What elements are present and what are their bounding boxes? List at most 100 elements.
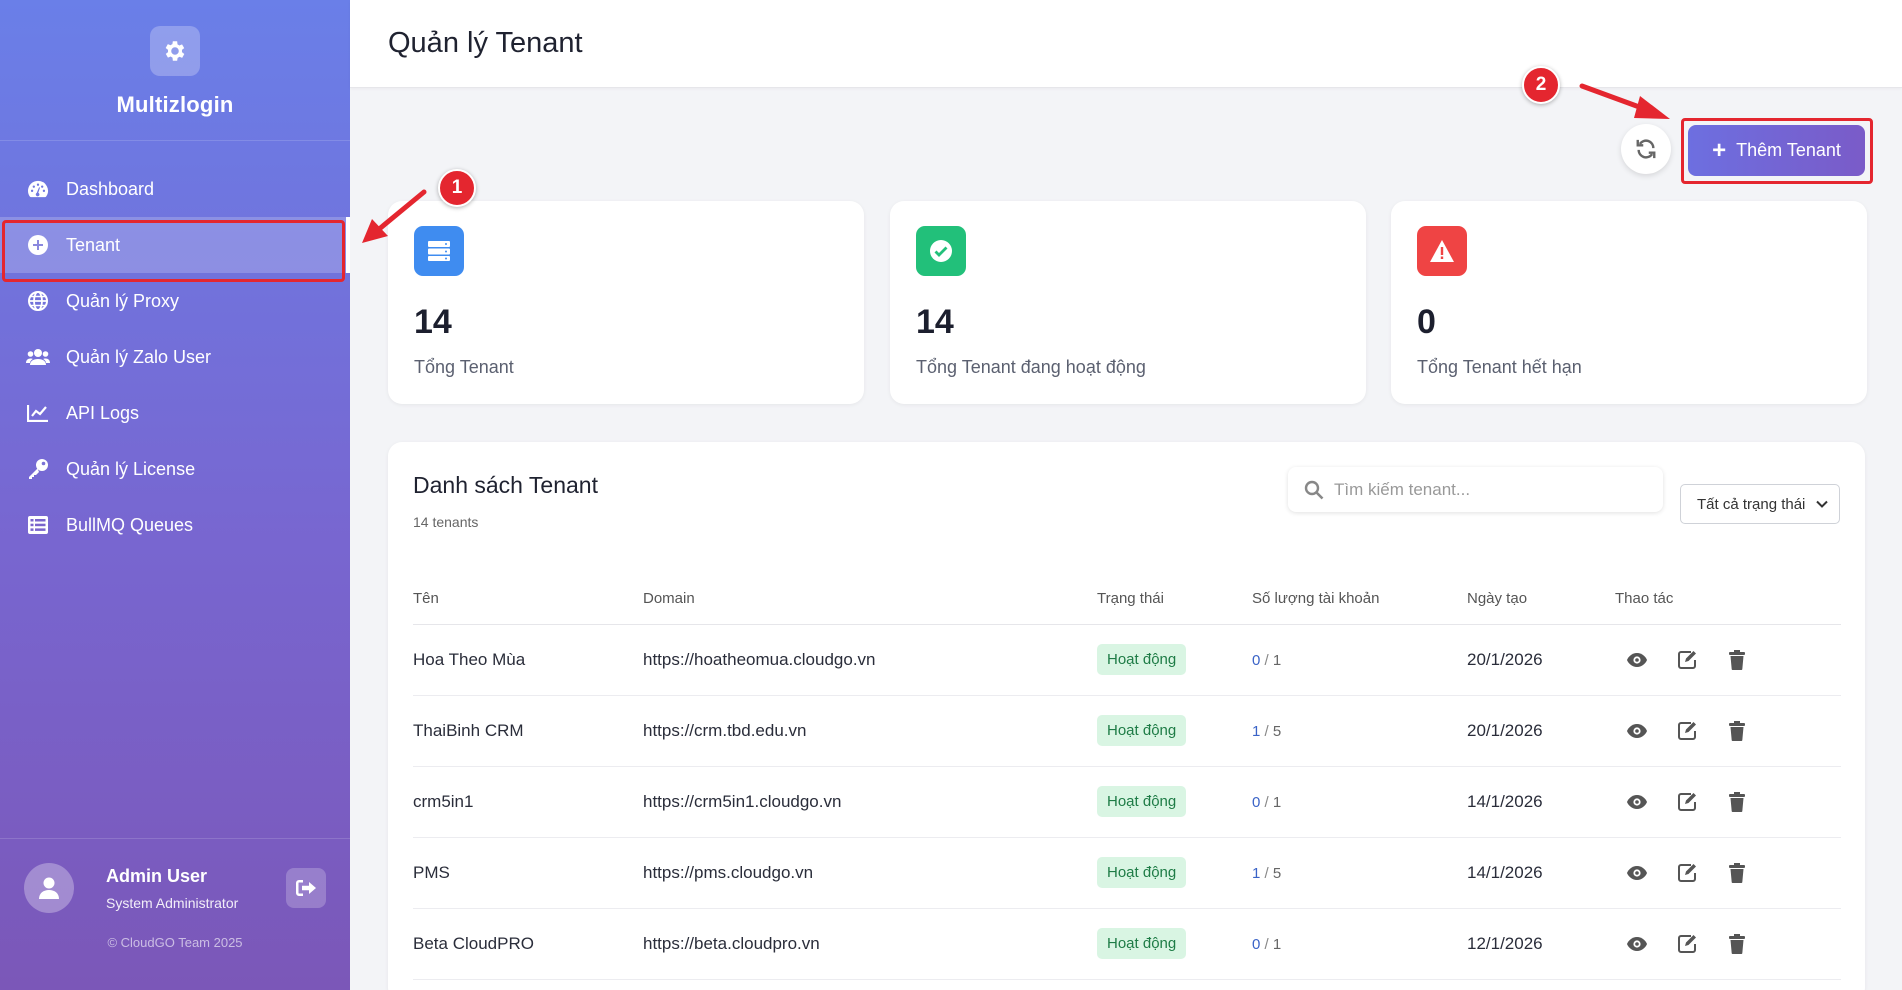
tenant-list-card: Danh sách Tenant 14 tenants Tất cả trạng… [388, 442, 1865, 990]
stat-label: Tổng Tenant đang hoạt động [916, 357, 1146, 377]
page-title: Quản lý Tenant [388, 27, 583, 59]
sidebar-item-license[interactable]: Quản lý License [0, 441, 350, 497]
table-row[interactable]: crm5in1 https://crm5in1.cloudgo.vn Hoạt độ… [413, 766, 1841, 838]
account-separator: / [1260, 935, 1273, 953]
tenant-name: PMS [413, 837, 643, 909]
tenant-name: ThaiBinh CRM [413, 695, 643, 767]
status-filter-value: Tất cả trạng thái [1697, 495, 1806, 513]
search-icon [1304, 480, 1324, 499]
account-count: 0 / 1 [1252, 624, 1467, 696]
delete-icon[interactable] [1725, 719, 1749, 743]
sidebar-item-label: Tenant [66, 234, 121, 255]
table-row[interactable]: PMS https://pms.cloudgo.vn Hoạt động 1 / 51… [413, 837, 1841, 909]
delete-icon[interactable] [1725, 932, 1749, 956]
column-header-domain[interactable]: Domain [643, 574, 1097, 625]
status-filter-select[interactable]: Tất cả trạng thái [1680, 484, 1840, 524]
status-cell: Hoạt động [1097, 624, 1252, 696]
list-count: 14 tenants [413, 514, 479, 530]
plus-icon: + [1712, 136, 1727, 164]
account-separator: / [1260, 722, 1273, 740]
status-cell: Hoạt động [1097, 695, 1252, 767]
edit-icon[interactable] [1675, 861, 1699, 885]
user-icon [39, 877, 59, 899]
list-icon [26, 513, 50, 537]
created-date: 20/1/2026 [1467, 695, 1615, 767]
created-date: 20/1/2026 [1467, 624, 1615, 696]
row-actions [1615, 837, 1841, 909]
account-count: 0 / 1 [1252, 908, 1467, 980]
view-icon[interactable] [1625, 861, 1649, 885]
view-icon[interactable] [1625, 719, 1649, 743]
server-icon [414, 226, 464, 276]
column-header-name[interactable]: Tên [413, 574, 643, 625]
chart-line-icon [26, 401, 50, 425]
tenant-domain: https://pms.cloudgo.vn [643, 837, 1097, 909]
sidebar-item-bullmq[interactable]: BullMQ Queues [0, 497, 350, 553]
created-date: 14/1/2026 [1467, 766, 1615, 838]
tenant-domain: https://crm5in1.cloudgo.vn [643, 766, 1097, 838]
annotation-marker-2: 2 [1522, 66, 1560, 104]
view-icon[interactable] [1625, 790, 1649, 814]
logout-button[interactable] [286, 868, 326, 908]
search-input[interactable] [1334, 479, 1654, 500]
stat-label: Tổng Tenant [414, 357, 514, 377]
status-cell: Hoạt động [1097, 766, 1252, 838]
avatar [24, 863, 74, 913]
user-name: Admin User [106, 865, 208, 886]
column-header-account-count[interactable]: Số lượng tài khoản [1252, 574, 1467, 625]
sidebar-item-label: Dashboard [66, 178, 155, 199]
arrow-2 [1579, 83, 1670, 119]
add-tenant-button[interactable]: + Thêm Tenant [1688, 125, 1865, 176]
table-row[interactable]: Hoa Theo Mùa https://hoatheomua.cloudgo.v… [413, 624, 1841, 696]
table-header-row: Tên Domain Trạng thái Số lượng tài khoản… [413, 574, 1841, 625]
sidebar-item-dashboard[interactable]: Dashboard [0, 161, 350, 217]
sidebar-item-label: API Logs [66, 402, 140, 423]
edit-icon[interactable] [1675, 719, 1699, 743]
tenant-name: Beta CloudPRO [413, 908, 643, 980]
stat-value: 0 [1417, 303, 1436, 341]
tenant-domain: https://crm.tbd.edu.vn [643, 695, 1097, 767]
delete-icon[interactable] [1725, 790, 1749, 814]
sidebar-item-label: Quản lý License [66, 458, 196, 479]
delete-icon[interactable] [1725, 861, 1749, 885]
view-icon[interactable] [1625, 932, 1649, 956]
chevron-down-icon [1816, 500, 1828, 508]
list-title: Danh sách Tenant [413, 472, 598, 498]
edit-icon[interactable] [1675, 790, 1699, 814]
created-date: 12/1/2026 [1467, 908, 1615, 980]
table-row[interactable]: ThaiBinh CRM https://crm.tbd.edu.vn Hoạt đ… [413, 695, 1841, 767]
view-icon[interactable] [1625, 648, 1649, 672]
sidebar-item-tenant[interactable]: Tenant [0, 217, 350, 273]
users-icon [26, 345, 50, 369]
status-cell: Hoạt động [1097, 908, 1252, 980]
stat-label: Tổng Tenant hết hạn [1417, 357, 1582, 377]
delete-icon[interactable] [1725, 648, 1749, 672]
add-tenant-label: Thêm Tenant [1736, 140, 1841, 160]
sidebar-item-proxy[interactable]: Quản lý Proxy [0, 273, 350, 329]
account-max: 5 [1272, 722, 1282, 740]
warning-icon [1417, 226, 1467, 276]
sidebar-item-zalo-user[interactable]: Quản lý Zalo User [0, 329, 350, 385]
account-count: 1 / 5 [1252, 837, 1467, 909]
search-box [1288, 467, 1663, 512]
column-header-created[interactable]: Ngày tạo [1467, 574, 1615, 625]
row-actions [1615, 624, 1841, 696]
status-badge: Hoạt động [1097, 928, 1187, 959]
account-max: 1 [1272, 651, 1282, 669]
sidebar-footer: Admin User System Administrator © CloudG… [0, 838, 350, 990]
sidebar-item-api-logs[interactable]: API Logs [0, 385, 350, 441]
user-row: Admin User System Administrator [0, 839, 350, 913]
column-header-status[interactable]: Trạng thái [1097, 574, 1252, 625]
account-max: 5 [1272, 864, 1282, 882]
account-max: 1 [1272, 935, 1282, 953]
page-header: Quản lý Tenant [350, 0, 1902, 88]
edit-icon[interactable] [1675, 932, 1699, 956]
stat-card-active: 14 Tổng Tenant đang hoạt động [890, 201, 1366, 404]
tenant-domain: https://hoatheomua.cloudgo.vn [643, 624, 1097, 696]
sidebar-item-label: Quản lý Zalo User [66, 346, 212, 367]
edit-icon[interactable] [1675, 648, 1699, 672]
tenant-domain: https://beta.cloudpro.vn [643, 908, 1097, 980]
table-row[interactable]: Beta CloudPRO https://beta.cloudpro.vn Hoạ… [413, 908, 1841, 980]
created-date: 14/1/2026 [1467, 837, 1615, 909]
refresh-button[interactable] [1621, 124, 1671, 174]
